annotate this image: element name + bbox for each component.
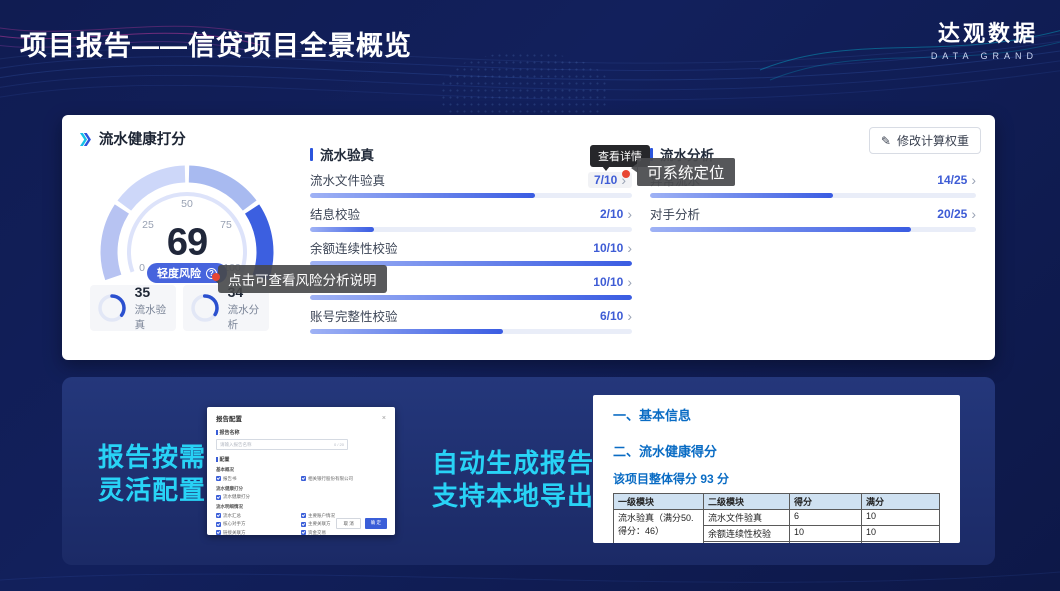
health-score-panel: ❯ ❯ 流水健康打分 ✎ 修改计算权重 0 25 50 75 100 69 (62, 115, 995, 360)
gauge-tick-0: 0 (139, 262, 145, 274)
dialog-title: 报告配置 (216, 413, 242, 423)
config-checkbox-item[interactable]: 核心对手方 (216, 521, 301, 527)
subscore-card-verify: 35 流水验真 (90, 285, 176, 331)
checkbox-checked-icon[interactable] (301, 476, 306, 481)
checkbox-checked-icon[interactable] (301, 513, 306, 518)
checkbox-checked-icon[interactable] (301, 530, 306, 535)
verify-section-title: 流水验真 (310, 145, 632, 163)
confirm-button[interactable]: 确 定 (365, 518, 387, 529)
report-heading-2: 二、流水健康得分 (613, 441, 960, 460)
progress-track (310, 227, 632, 232)
report-name-label: 报告名称 (216, 429, 386, 436)
gauge-tick-75: 75 (220, 219, 232, 231)
subscore-ring-icon (190, 293, 220, 323)
section-bar-icon (310, 148, 313, 161)
report-config-dialog: 报告配置 × 报告名称 请输入报告名称 0 / 20 配置 基本概况 报告书 相… (207, 407, 395, 535)
logo: 达观数据 DATA GRAND (931, 16, 1038, 61)
metric-label: 流水文件验真 (310, 170, 385, 189)
close-icon[interactable]: × (382, 415, 386, 422)
double-chevron-icon: ❯ ❯ (78, 132, 93, 145)
right-caption: 自动生成报告 支持本地导出 (418, 447, 608, 513)
chevron-right-icon: › (627, 241, 632, 255)
logo-en: DATA GRAND (931, 51, 1038, 61)
bottom-panel: 报告按需 灵活配置 报告配置 × 报告名称 请输入报告名称 0 / 20 配置 … (62, 377, 995, 565)
progress-track (650, 227, 976, 232)
report-name-input[interactable]: 请输入报告名称 0 / 20 (216, 439, 348, 450)
panel-title: 流水健康打分 (99, 128, 186, 149)
chevron-right-icon: › (971, 173, 976, 187)
metric-label: 余额连续性校验 (310, 238, 398, 257)
gauge-value: 69 (167, 222, 207, 265)
report-heading-1: 一、基本信息 (613, 405, 960, 424)
config-checkbox-item[interactable]: 链接关联方 (216, 530, 301, 536)
config-checkbox-item[interactable]: 报告书 (216, 476, 301, 482)
risk-level-label: 轻度风险 (157, 265, 201, 281)
metric-row: 结息校验 2/10 › (310, 205, 632, 232)
progress-track (310, 193, 632, 198)
progress-track (650, 193, 976, 198)
checkbox-checked-icon[interactable] (301, 522, 306, 527)
subscore-ring-icon (97, 293, 127, 323)
char-counter: 0 / 20 (334, 442, 344, 447)
report-score-table: 一级模块 二级模块 得分 满分 流水验真（满分50. 得分：46） 流水文件验真… (613, 493, 940, 543)
checkbox-checked-icon[interactable] (216, 513, 221, 518)
config-checkbox-item[interactable]: 资金交易 (301, 530, 386, 536)
cancel-button[interactable]: 取 消 (336, 518, 360, 529)
subscore-label: 流水验真 (135, 302, 176, 332)
metric-score-link[interactable]: 14/25 › (937, 173, 976, 187)
gauge-tick-25: 25 (142, 219, 154, 231)
subscore-label: 流水分析 (228, 302, 269, 332)
system-locate-callout: 可系统定位 (637, 158, 735, 186)
metric-score-link[interactable]: 20/25 › (937, 207, 976, 221)
metric-row: 对手分析 20/25 › (650, 205, 976, 232)
metric-label: 对手分析 (650, 204, 700, 223)
metric-score-link[interactable]: 10/10 › (593, 241, 632, 255)
input-placeholder: 请输入报告名称 (220, 442, 252, 448)
metric-score-link[interactable]: 6/10 › (600, 309, 632, 323)
annotation-dot (212, 273, 220, 281)
checkbox-checked-icon[interactable] (216, 530, 221, 535)
table-group-cell: 流水验真（满分50. 得分：46） (614, 510, 704, 544)
gauge-tick-50: 50 (181, 198, 193, 210)
chevron-right-icon: › (627, 275, 632, 289)
metric-row: 账号完整性校验 6/10 › (310, 307, 632, 334)
metric-label: 结息校验 (310, 204, 360, 223)
verify-section: 流水验真 流水文件验真 7/10 › 结息校验 2/10 › (310, 145, 632, 334)
config-checkbox-item[interactable]: 流水健康打分 (216, 494, 301, 500)
slide: 项目报告——信贷项目全景概览 达观数据 DATA GRAND ❯ ❯ 流水健康打… (0, 0, 1060, 591)
logo-cn: 达观数据 (931, 16, 1038, 48)
metric-score-link[interactable]: 10/10 › (593, 275, 632, 289)
page-title: 项目报告——信贷项目全景概览 (20, 24, 412, 63)
progress-track (310, 295, 632, 300)
report-total-score: 该项目整体得分 93 分 (613, 470, 960, 487)
config-checkbox-item[interactable]: 流水汇总 (216, 513, 301, 519)
table-header-row: 一级模块 二级模块 得分 满分 (614, 494, 940, 510)
checkbox-checked-icon[interactable] (216, 495, 221, 500)
risk-note-tooltip: 点击可查看风险分析说明 (218, 265, 387, 293)
metric-score-link[interactable]: 2/10 › (600, 207, 632, 221)
chevron-right-icon: › (971, 207, 976, 221)
metric-label: 账号完整性校验 (310, 306, 398, 325)
checkbox-checked-icon[interactable] (216, 522, 221, 527)
chevron-right-icon: › (627, 207, 632, 221)
config-checkbox-item[interactable]: 相关银行股份有限公司 (301, 476, 386, 482)
panel-header: ❯ ❯ 流水健康打分 (78, 128, 186, 149)
report-preview: 一、基本信息 二、流水健康得分 该项目整体得分 93 分 一级模块 二级模块 得… (593, 395, 960, 543)
config-section-label: 配置 (216, 456, 386, 463)
annotation-dot (622, 170, 630, 178)
table-row: 流水验真（满分50. 得分：46） 流水文件验真 6 10 (614, 510, 940, 526)
metric-row: 余额连续性校验 10/10 › (310, 239, 632, 266)
subscore-value: 35 (135, 284, 176, 300)
progress-track (310, 329, 632, 334)
metric-row: 流水文件验真 7/10 › (310, 171, 632, 198)
chevron-right-icon: › (627, 309, 632, 323)
checkbox-checked-icon[interactable] (216, 476, 221, 481)
